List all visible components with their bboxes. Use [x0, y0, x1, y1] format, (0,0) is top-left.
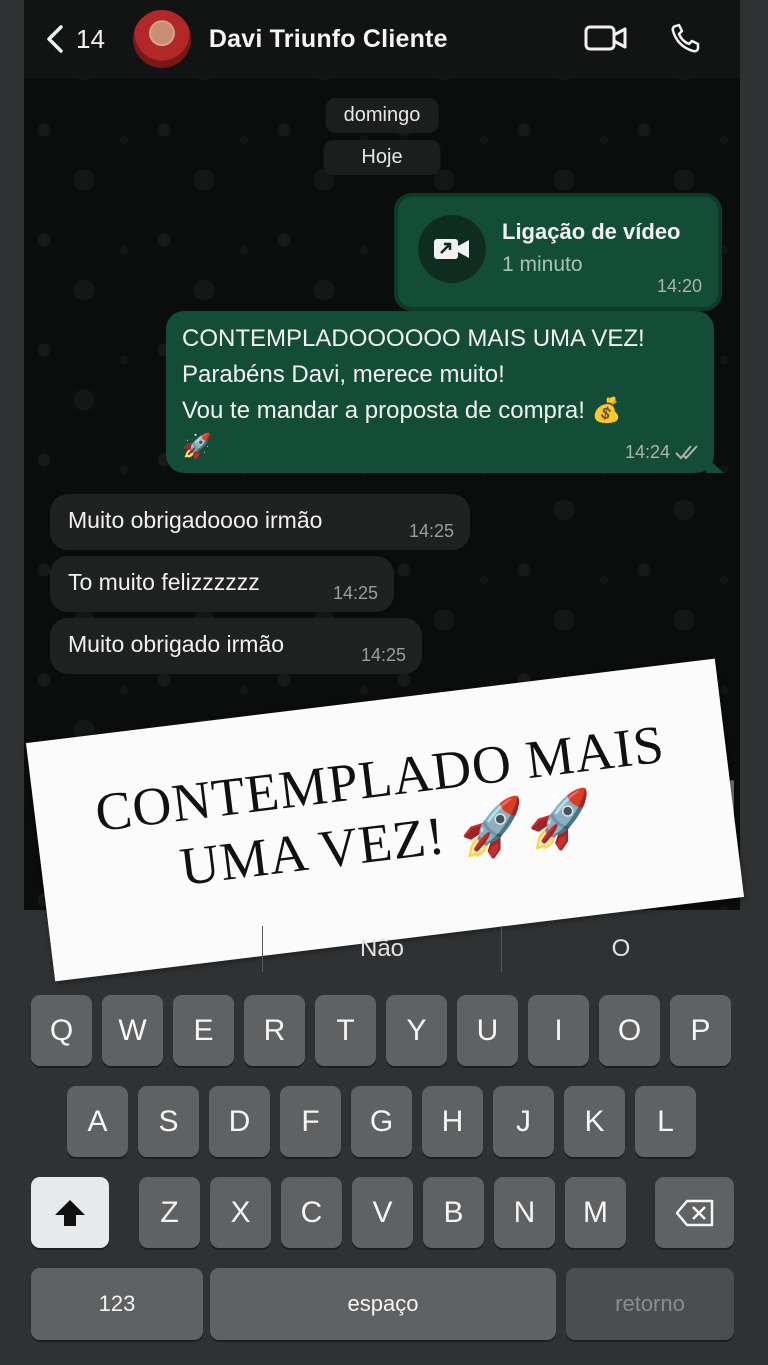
- backspace-key[interactable]: [655, 1177, 734, 1248]
- incoming-message[interactable]: Muito obrigadoooo irmão 14:25: [50, 494, 470, 550]
- outgoing-message[interactable]: CONTEMPLADOOOOOO MAIS UMA VEZ! Parabéns …: [166, 311, 724, 473]
- key-d[interactable]: D: [209, 1086, 270, 1157]
- key-y[interactable]: Y: [386, 995, 447, 1066]
- autocorrect-bar: Não O: [24, 912, 740, 986]
- key-j[interactable]: J: [493, 1086, 554, 1157]
- message-time: 14:25: [360, 645, 406, 665]
- message-text: CONTEMPLADOOOOOO MAIS UMA VEZ! Parabéns …: [182, 325, 645, 460]
- call-time: 14:20: [656, 276, 702, 296]
- key-o[interactable]: O: [599, 995, 660, 1066]
- return-key[interactable]: retorno: [566, 1268, 734, 1340]
- call-duration: 1 minuto: [502, 253, 583, 276]
- date-chip-today: Hoje: [323, 140, 441, 175]
- key-r[interactable]: R: [244, 995, 305, 1066]
- suggestion-1[interactable]: [24, 912, 262, 986]
- shift-icon: [55, 1199, 85, 1226]
- key-z[interactable]: Z: [139, 1177, 200, 1248]
- back-button[interactable]: 14: [44, 24, 105, 55]
- key-f[interactable]: F: [280, 1086, 341, 1157]
- contact-name[interactable]: Davi Triunfo Cliente: [209, 25, 448, 54]
- chevron-left-icon: [47, 25, 63, 53]
- banner-text: CONTEMPLADO MAIS UMA VEZ! 🚀🚀: [92, 713, 668, 898]
- phone-icon[interactable]: [668, 22, 712, 54]
- shift-key[interactable]: [31, 1177, 109, 1248]
- key-u[interactable]: U: [457, 995, 518, 1066]
- key-t[interactable]: T: [315, 995, 376, 1066]
- chat-header: 14 Davi Triunfo Cliente: [24, 0, 740, 78]
- message-text: To muito felizzzzzz: [68, 569, 260, 595]
- key-b[interactable]: B: [423, 1177, 484, 1248]
- suggestion-2[interactable]: Não: [263, 912, 501, 986]
- outgoing-video-icon: [434, 239, 469, 259]
- message-time: 14:24: [624, 442, 670, 462]
- avatar[interactable]: [132, 10, 191, 68]
- key-g[interactable]: G: [351, 1086, 412, 1157]
- message-text: Muito obrigadoooo irmão: [68, 507, 323, 533]
- call-title: Ligação de vídeo: [502, 219, 681, 244]
- key-l[interactable]: L: [635, 1086, 696, 1157]
- double-check-icon: [675, 445, 698, 460]
- key-x[interactable]: X: [210, 1177, 271, 1248]
- date-chip-day: domingo: [325, 98, 439, 133]
- key-s[interactable]: S: [138, 1086, 199, 1157]
- video-call-icon[interactable]: [584, 22, 628, 54]
- video-call-circle: [418, 215, 486, 283]
- key-e[interactable]: E: [173, 995, 234, 1066]
- message-time: 14:25: [332, 583, 378, 603]
- incoming-message[interactable]: Muito obrigado irmão 14:25: [50, 618, 422, 674]
- key-k[interactable]: K: [564, 1086, 625, 1157]
- incoming-message[interactable]: To muito felizzzzzz 14:25: [50, 556, 394, 612]
- key-m[interactable]: M: [565, 1177, 626, 1248]
- backspace-icon: [675, 1199, 713, 1226]
- video-call-bubble[interactable]: Ligação de vídeo 1 minuto 14:20: [394, 193, 722, 311]
- key-w[interactable]: W: [102, 995, 163, 1066]
- message-text: Muito obrigado irmão: [68, 631, 285, 657]
- space-key[interactable]: espaço: [210, 1268, 556, 1340]
- unread-count: 14: [76, 23, 105, 54]
- key-h[interactable]: H: [422, 1086, 483, 1157]
- key-a[interactable]: A: [67, 1086, 128, 1157]
- key-p[interactable]: P: [670, 995, 731, 1066]
- key-i[interactable]: I: [528, 995, 589, 1066]
- numbers-key[interactable]: 123: [31, 1268, 203, 1340]
- key-n[interactable]: N: [494, 1177, 555, 1248]
- bubble-tail: [706, 457, 724, 473]
- key-q[interactable]: Q: [31, 995, 92, 1066]
- key-c[interactable]: C: [281, 1177, 342, 1248]
- message-time: 14:25: [408, 521, 454, 541]
- key-v[interactable]: V: [352, 1177, 413, 1248]
- suggestion-3[interactable]: O: [502, 912, 740, 986]
